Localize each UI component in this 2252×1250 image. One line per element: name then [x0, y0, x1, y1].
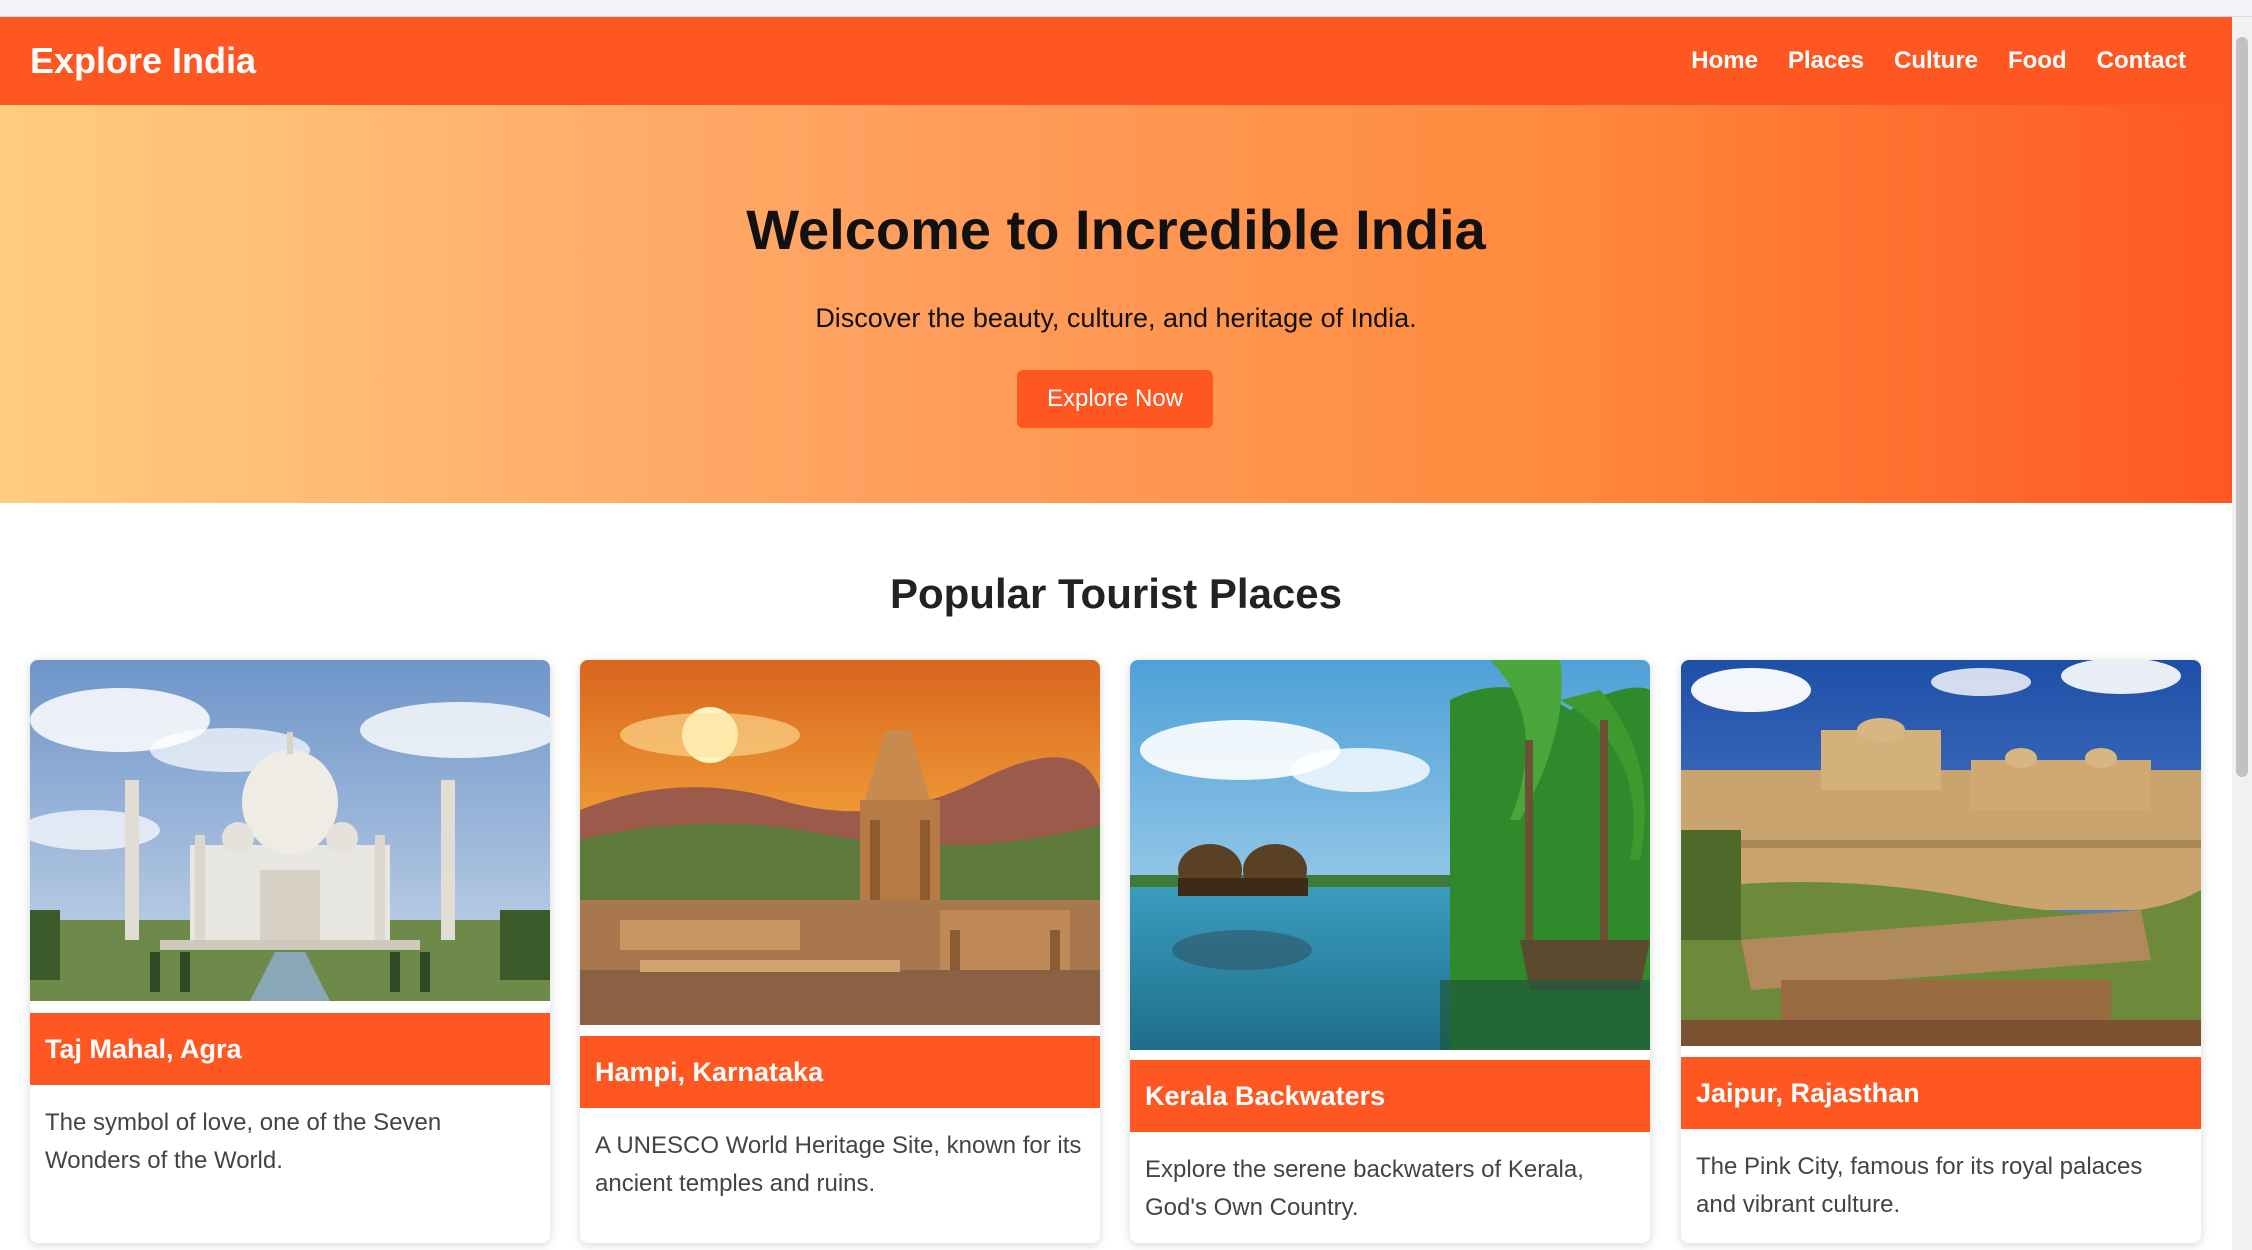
nav-link-food[interactable]: Food	[2008, 47, 2067, 75]
vertical-scrollbar[interactable]	[2232, 17, 2252, 1250]
hero-subtitle: Discover the beauty, culture, and herita…	[815, 303, 1417, 333]
navbar: Explore India Home Places Culture Food C…	[0, 17, 2232, 105]
place-card-jaipur[interactable]: Jaipur, Rajasthan The Pink City, famous …	[1681, 660, 2201, 1243]
hero-title: Welcome to Incredible India	[746, 198, 1486, 261]
card-description: The symbol of love, one of the Seven Won…	[45, 1109, 442, 1174]
card-title: Hampi, Karnataka	[580, 1036, 1100, 1108]
nav-links: Home Places Culture Food Contact	[1691, 47, 2202, 75]
taj-mahal-image	[30, 660, 550, 1001]
card-description: Explore the serene backwaters of Kerala,…	[1145, 1156, 1584, 1221]
place-card-hampi[interactable]: Hampi, Karnataka A UNESCO World Heritage…	[580, 660, 1100, 1243]
nav-link-places[interactable]: Places	[1788, 47, 1864, 75]
card-title: Taj Mahal, Agra	[30, 1013, 550, 1085]
hampi-image	[580, 660, 1100, 1025]
nav-link-culture[interactable]: Culture	[1894, 47, 1978, 75]
brand-logo[interactable]: Explore India	[30, 40, 256, 82]
nav-link-contact[interactable]: Contact	[2097, 47, 2186, 75]
browser-top-strip	[0, 0, 2252, 17]
hero-banner: Welcome to Incredible India Discover the…	[0, 105, 2232, 503]
explore-now-button[interactable]: Explore Now	[1017, 370, 1213, 428]
page: Explore India Home Places Culture Food C…	[0, 17, 2232, 1250]
section-title: Popular Tourist Places	[889, 570, 1342, 617]
card-description: The Pink City, famous for its royal pala…	[1696, 1153, 2143, 1218]
card-description: A UNESCO World Heritage Site, known for …	[595, 1132, 1082, 1197]
place-card-kerala-backwaters[interactable]: Kerala Backwaters Explore the serene bac…	[1130, 660, 1650, 1243]
scrollbar-thumb[interactable]	[2236, 37, 2248, 777]
card-title: Jaipur, Rajasthan	[1681, 1057, 2201, 1129]
card-title: Kerala Backwaters	[1130, 1060, 1650, 1132]
nav-link-home[interactable]: Home	[1691, 47, 1758, 75]
place-card-taj-mahal[interactable]: Taj Mahal, Agra The symbol of love, one …	[30, 660, 550, 1243]
jaipur-image	[1681, 660, 2201, 1046]
kerala-backwaters-image	[1130, 660, 1650, 1050]
